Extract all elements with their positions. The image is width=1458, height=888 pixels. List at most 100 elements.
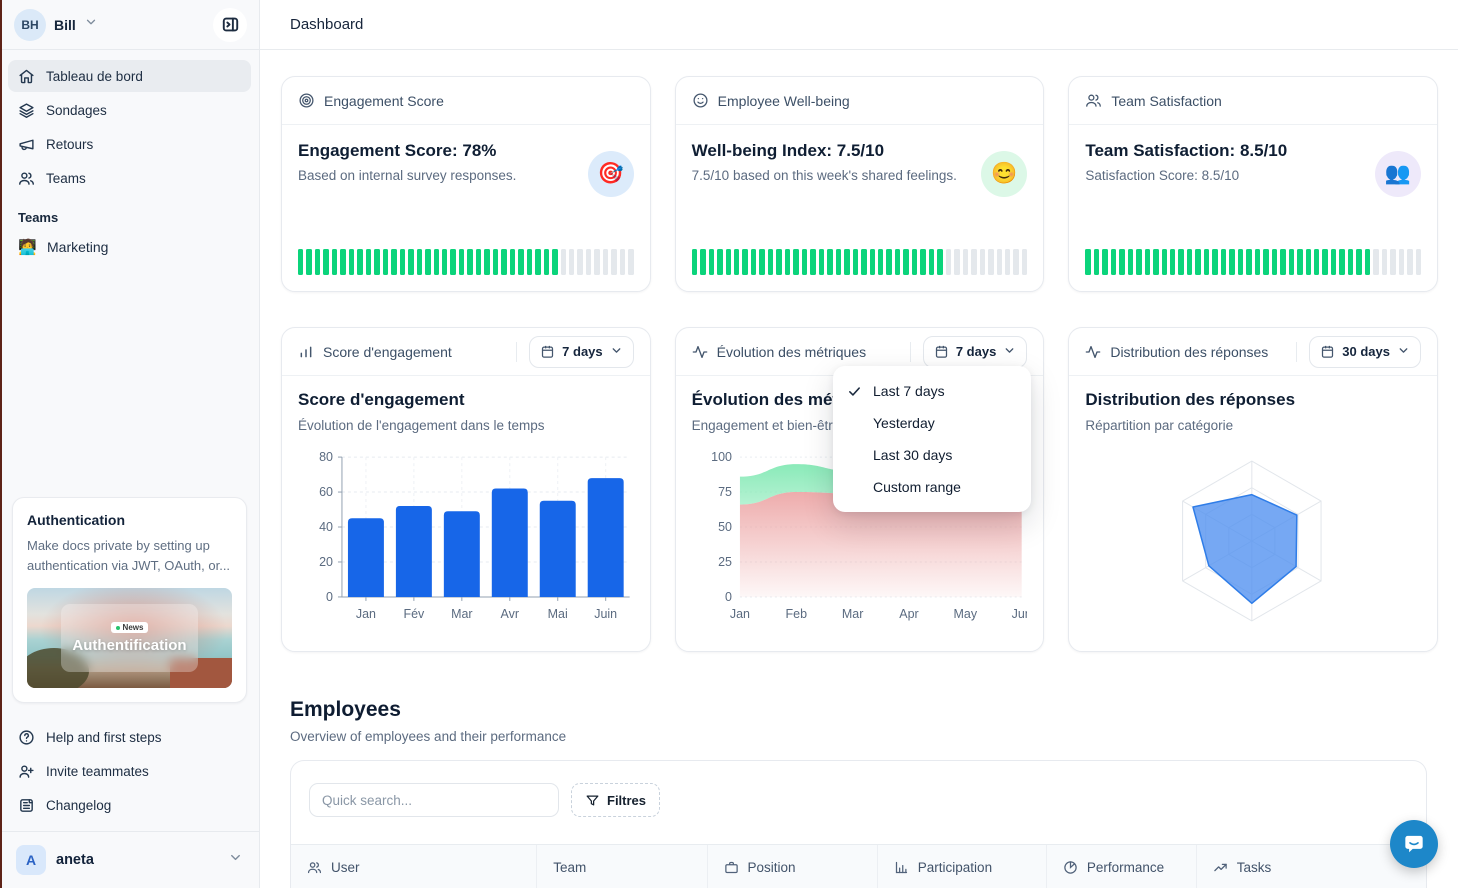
- invite-person-plus-icon: [18, 763, 35, 780]
- progress-bar: [1085, 249, 1421, 275]
- table-toolbar: Filtres: [291, 761, 1426, 844]
- account-name: aneta: [56, 852, 218, 868]
- chevron-down-icon: [610, 344, 623, 360]
- progress-segment: [912, 249, 917, 275]
- promo-title: Authentication: [27, 512, 232, 528]
- menu-item-last-7-days[interactable]: Last 7 days: [833, 375, 1031, 407]
- progress-segment: [1331, 249, 1336, 275]
- changelog-icon: [18, 797, 35, 814]
- svg-text:0: 0: [326, 590, 333, 604]
- account-switcher[interactable]: A aneta: [0, 832, 259, 888]
- column-header-performance[interactable]: Performance: [1047, 845, 1197, 888]
- progress-segment: [340, 249, 345, 275]
- sidebar-item-help[interactable]: Help and first steps: [8, 721, 251, 753]
- sidebar-item-sondages[interactable]: Sondages: [8, 94, 251, 126]
- smile-icon: [692, 92, 709, 109]
- progress-segment: [1306, 249, 1311, 275]
- progress-segment: [425, 249, 430, 275]
- chat-widget[interactable]: [1390, 820, 1438, 868]
- topbar: Dashboard: [260, 0, 1458, 50]
- progress-segment: [997, 249, 1002, 275]
- column-header-user[interactable]: User: [291, 845, 537, 888]
- progress-segment: [1178, 249, 1183, 275]
- progress-segment: [1339, 249, 1344, 275]
- calendar-icon: [1320, 344, 1335, 359]
- sidebar-collapse-button[interactable]: [213, 8, 247, 42]
- progress-segment: [306, 249, 311, 275]
- progress-segment: [535, 249, 540, 275]
- header-separator: [516, 342, 517, 362]
- chart-subtitle: Répartition par catégorie: [1085, 418, 1421, 433]
- briefcase-icon: [724, 860, 739, 875]
- sidebar: BH Bill Tableau de bord: [0, 0, 260, 888]
- stat-card-engagement: Engagement Score Engagement Score: 78% B…: [281, 76, 651, 292]
- progress-segment: [1238, 249, 1243, 275]
- column-header-tasks[interactable]: Tasks: [1197, 845, 1415, 888]
- svg-text:Jan: Jan: [356, 607, 376, 621]
- megaphone-icon: [18, 136, 35, 153]
- page-title: Dashboard: [290, 16, 363, 33]
- progress-segment: [1085, 249, 1090, 275]
- menu-item-last-30-days[interactable]: Last 30 days: [833, 439, 1031, 471]
- stat-title: Team Satisfaction: 8.5/10: [1085, 141, 1421, 161]
- sidebar-item-tableau-de-bord[interactable]: Tableau de bord: [8, 60, 251, 92]
- sidebar-item-invite[interactable]: Invite teammates: [8, 755, 251, 787]
- intercom-chat-icon: [1401, 831, 1427, 857]
- sidebar-item-marketing[interactable]: 🧑‍💻 Marketing: [8, 231, 251, 263]
- chart-card-engagement-score: Score d'engagement 7 days: [281, 327, 651, 652]
- progress-segment: [717, 249, 722, 275]
- progress-segment: [594, 249, 599, 275]
- employees-section: Employees Overview of employees and thei…: [290, 698, 1427, 888]
- calendar-icon: [540, 344, 555, 359]
- progress-segment: [1094, 249, 1099, 275]
- sidebar-item-label: Marketing: [47, 239, 108, 255]
- progress-segment: [726, 249, 731, 275]
- progress-segment: [886, 249, 891, 275]
- progress-segment: [1128, 249, 1133, 275]
- column-header-participation[interactable]: Participation: [878, 845, 1047, 888]
- progress-segment: [577, 249, 582, 275]
- svg-text:Apr: Apr: [899, 607, 918, 621]
- promo-card-authentication[interactable]: Authentication Make docs private by sett…: [12, 497, 247, 703]
- sidebar-header: BH Bill: [0, 0, 259, 50]
- progress-segment: [1272, 249, 1277, 275]
- sidebar-item-label: Help and first steps: [46, 730, 162, 745]
- date-range-button[interactable]: 30 days: [1309, 336, 1421, 368]
- progress-segment: [1204, 249, 1209, 275]
- dart-target-emoji-icon: 🎯: [588, 151, 634, 197]
- progress-bar: [298, 249, 634, 275]
- progress-segment: [450, 249, 455, 275]
- progress-segment: [510, 249, 515, 275]
- window-edge-artifact: [0, 0, 2, 888]
- svg-text:Jan: Jan: [730, 607, 750, 621]
- sidebar-item-changelog[interactable]: Changelog: [8, 789, 251, 821]
- column-header-team[interactable]: Team: [537, 845, 707, 888]
- progress-segment: [1111, 249, 1116, 275]
- chart-card-header-label: Évolution des métriques: [717, 344, 866, 360]
- progress-segment: [810, 249, 815, 275]
- stat-card-wellbeing: Employee Well-being Well-being Index: 7.…: [675, 76, 1045, 292]
- progress-segment: [349, 249, 354, 275]
- menu-item-custom-range[interactable]: Custom range: [833, 471, 1031, 503]
- stat-subtitle: Based on internal survey responses.: [298, 168, 634, 183]
- menu-item-yesterday[interactable]: Yesterday: [833, 407, 1031, 439]
- date-range-button[interactable]: 7 days: [529, 336, 633, 368]
- layers-icon: [18, 102, 35, 119]
- progress-segment: [484, 249, 489, 275]
- progress-segment: [628, 249, 633, 275]
- progress-segment: [1263, 249, 1268, 275]
- sidebar-item-teams[interactable]: Teams: [8, 162, 251, 194]
- svg-text:75: 75: [718, 485, 732, 499]
- chart-card-header-label: Score d'engagement: [323, 344, 452, 360]
- search-input[interactable]: [309, 783, 559, 817]
- filters-button[interactable]: Filtres: [571, 783, 660, 817]
- column-header-position[interactable]: Position: [708, 845, 878, 888]
- progress-segment: [988, 249, 993, 275]
- date-range-button[interactable]: 7 days: [923, 336, 1027, 368]
- progress-segment: [323, 249, 328, 275]
- workspace-switcher[interactable]: BH Bill: [14, 9, 213, 41]
- employees-title: Employees: [290, 698, 1427, 722]
- sidebar-item-retours[interactable]: Retours: [8, 128, 251, 160]
- progress-segment: [776, 249, 781, 275]
- progress-segment: [853, 249, 858, 275]
